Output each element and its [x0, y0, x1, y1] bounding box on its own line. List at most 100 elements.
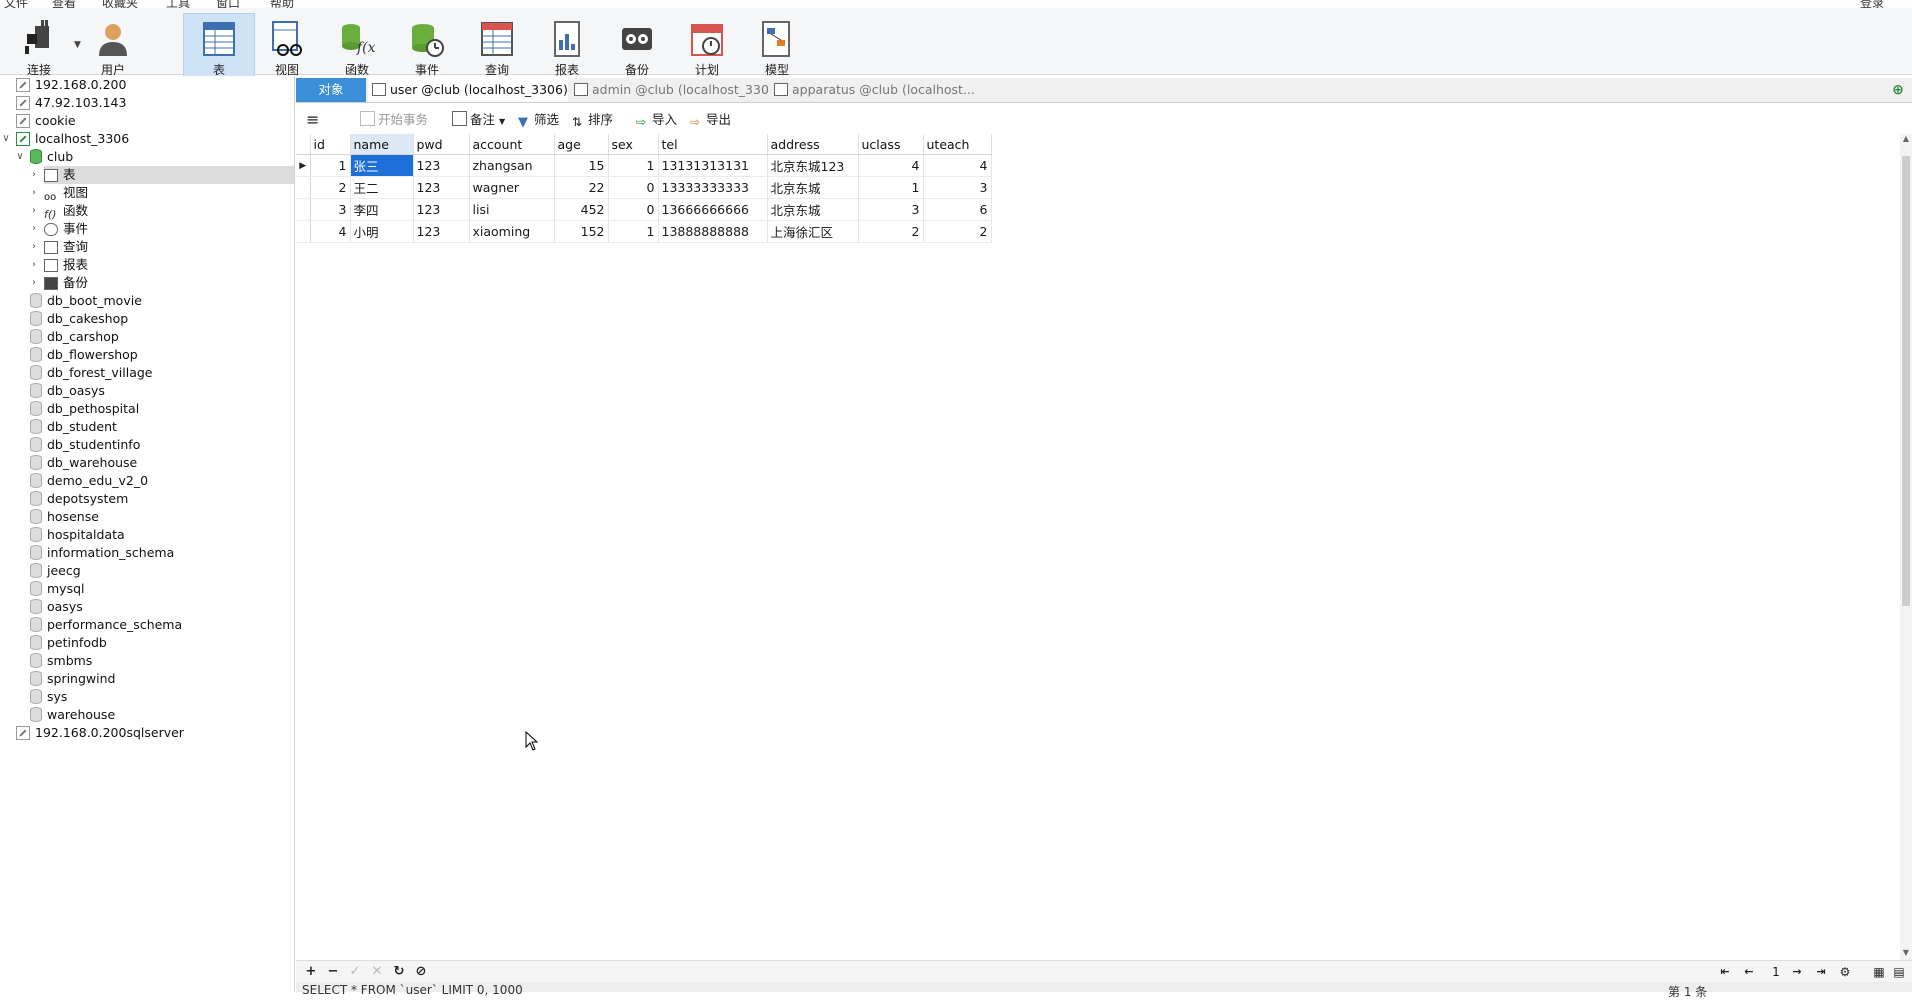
gear-icon[interactable]: ⚙: [1836, 963, 1854, 981]
tree-database[interactable]: db_cakeshop: [30, 310, 128, 328]
table-cell[interactable]: 张三: [350, 154, 414, 177]
tree-database[interactable]: hospitaldata: [30, 526, 125, 544]
row-marker[interactable]: [296, 198, 311, 221]
tree-database[interactable]: db_pethospital: [30, 400, 139, 418]
chevron-right-icon[interactable]: ›: [28, 274, 40, 292]
tree-item-functions[interactable]: › f() 函数: [32, 202, 88, 221]
table-cell[interactable]: 3: [858, 198, 924, 221]
export-button[interactable]: ⇨ 导出: [690, 110, 731, 130]
hamburger-menu-icon[interactable]: ≡: [306, 110, 319, 130]
column-header[interactable]: uteach: [923, 134, 992, 155]
table-cell[interactable]: 李四: [350, 198, 414, 221]
current-row-arrow-icon[interactable]: ▶: [296, 154, 311, 177]
tree-database[interactable]: db_carshop: [30, 328, 119, 346]
table-cell[interactable]: 13333333333: [658, 176, 768, 199]
table-row[interactable]: ▶ 1 张三 123 zhangsan 15 1 13131313131 北京东城123 4 4: [296, 154, 992, 177]
table-cell[interactable]: 4: [858, 154, 924, 177]
schedule-button[interactable]: 计划: [672, 14, 742, 77]
table-cell[interactable]: 123: [413, 176, 470, 199]
tree-connection[interactable]: cookie: [16, 112, 76, 130]
table-cell[interactable]: 北京东城123: [767, 154, 859, 177]
event-button[interactable]: 事件: [392, 14, 462, 77]
chevron-down-icon[interactable]: ∨: [0, 130, 12, 148]
scrollbar-thumb[interactable]: [1902, 156, 1910, 606]
scroll-up-icon[interactable]: ▲: [1900, 134, 1912, 146]
table-row[interactable]: 4 小明 123 xiaoming 152 1 13888888888 上海徐汇区 2 2: [296, 220, 992, 243]
tree-item-backups[interactable]: › 备份: [32, 274, 88, 292]
tree-database[interactable]: oasys: [30, 598, 83, 616]
tree-database-club[interactable]: ∨ club: [16, 148, 73, 166]
page-number[interactable]: 1: [1768, 963, 1784, 981]
sort-button[interactable]: ⇅ 排序: [572, 110, 613, 130]
tree-item-reports[interactable]: › 报表: [32, 256, 88, 274]
table-cell[interactable]: 3: [923, 176, 992, 199]
tree-database[interactable]: springwind: [30, 670, 115, 688]
next-page-icon[interactable]: →: [1788, 963, 1806, 981]
tree-connection[interactable]: 192.168.0.200: [16, 76, 126, 94]
note-button[interactable]: 备注 ▼: [452, 110, 505, 130]
table-cell[interactable]: 1: [608, 220, 659, 243]
row-marker[interactable]: [296, 220, 311, 243]
tree-database[interactable]: db_studentinfo: [30, 436, 140, 454]
tree-database[interactable]: information_schema: [30, 544, 174, 562]
table-cell[interactable]: 123: [413, 154, 470, 177]
table-cell[interactable]: 2: [858, 220, 924, 243]
table-cell[interactable]: 15: [554, 154, 609, 177]
chevron-down-icon[interactable]: ∨: [14, 148, 26, 166]
table-button[interactable]: 表: [183, 13, 255, 78]
table-cell[interactable]: 4: [310, 220, 351, 243]
table-cell[interactable]: xiaoming: [469, 220, 555, 243]
table-cell[interactable]: 22: [554, 176, 609, 199]
grid-view-icon[interactable]: ▦: [1870, 963, 1888, 981]
tree-item-tables[interactable]: › 表: [32, 166, 294, 184]
table-cell[interactable]: 上海徐汇区: [767, 220, 859, 243]
tree-database[interactable]: db_forest_village: [30, 364, 153, 382]
chevron-right-icon[interactable]: ›: [28, 238, 40, 256]
connect-button[interactable]: 连接 ▼: [4, 14, 81, 77]
table-cell[interactable]: 0: [608, 176, 659, 199]
tree-connection-sqlserver[interactable]: 192.168.0.200sqlserver: [16, 724, 184, 742]
add-record-icon[interactable]: +: [302, 963, 320, 981]
table-cell[interactable]: 452: [554, 198, 609, 221]
table-cell[interactable]: 1: [858, 176, 924, 199]
table-cell[interactable]: lisi: [469, 198, 555, 221]
column-header[interactable]: id: [310, 134, 351, 155]
filter-button[interactable]: ▼ 筛选: [518, 110, 559, 130]
refresh-icon[interactable]: ↻: [390, 963, 408, 981]
table-cell[interactable]: 2: [310, 176, 351, 199]
vertical-scrollbar[interactable]: ▲ ▼: [1900, 134, 1912, 960]
first-page-icon[interactable]: ⇤: [1716, 963, 1734, 981]
tree-database[interactable]: demo_edu_v2_0: [30, 472, 148, 490]
table-cell[interactable]: 1: [608, 154, 659, 177]
tree-connection[interactable]: 47.92.103.143: [16, 94, 126, 112]
query-button[interactable]: 查询: [462, 14, 532, 77]
table-cell[interactable]: 4: [923, 154, 992, 177]
table-cell[interactable]: 1: [310, 154, 351, 177]
table-cell[interactable]: 北京东城: [767, 198, 859, 221]
column-header[interactable]: account: [469, 134, 555, 155]
tree-database[interactable]: mysql: [30, 580, 85, 598]
table-cell[interactable]: 123: [413, 220, 470, 243]
tree-item-views[interactable]: › oo 视图: [32, 184, 88, 203]
column-header[interactable]: name: [350, 134, 414, 155]
import-button[interactable]: ⇨ 导入: [636, 110, 677, 130]
table-cell[interactable]: 123: [413, 198, 470, 221]
table-cell[interactable]: 王二: [350, 176, 414, 199]
chevron-right-icon[interactable]: ›: [28, 166, 40, 184]
table-row[interactable]: 2 王二 123 wagner 22 0 13333333333 北京东城 1 3: [296, 176, 992, 199]
column-header[interactable]: sex: [608, 134, 659, 155]
column-header[interactable]: age: [554, 134, 609, 155]
tree-database[interactable]: db_boot_movie: [30, 292, 142, 310]
column-header[interactable]: pwd: [413, 134, 470, 155]
tree-database[interactable]: sys: [30, 688, 67, 706]
scroll-down-icon[interactable]: ▼: [1900, 948, 1912, 960]
chevron-right-icon[interactable]: ›: [28, 184, 40, 202]
tree-database[interactable]: db_flowershop: [30, 346, 138, 364]
column-header[interactable]: address: [767, 134, 859, 155]
table-cell[interactable]: 152: [554, 220, 609, 243]
tree-database[interactable]: depotsystem: [30, 490, 128, 508]
tree-database[interactable]: db_warehouse: [30, 454, 137, 472]
table-row[interactable]: 3 李四 123 lisi 452 0 13666666666 北京东城 3 6: [296, 198, 992, 221]
table-cell[interactable]: 2: [923, 220, 992, 243]
table-cell[interactable]: 6: [923, 198, 992, 221]
